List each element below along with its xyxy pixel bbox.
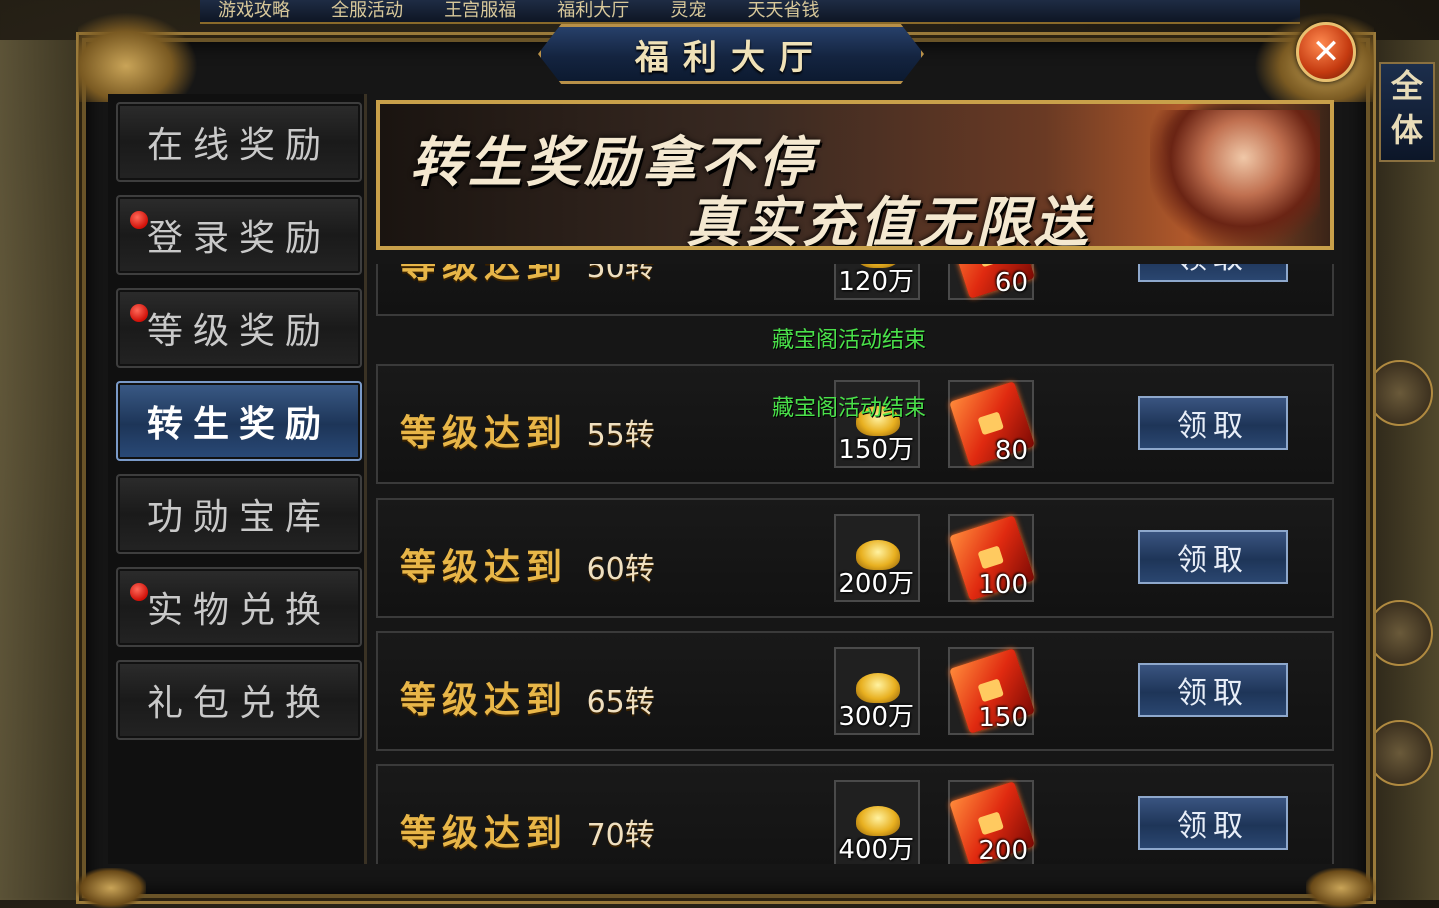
- close-icon: ✕: [1311, 32, 1341, 72]
- sidebar-item-label: 实物兑换: [146, 590, 331, 631]
- game-side-icon[interactable]: [1367, 360, 1433, 426]
- sidebar-item-label: 转生奖励: [146, 404, 331, 445]
- sidebar-item-merit-treasury[interactable]: 功勋宝库: [116, 474, 362, 554]
- game-scene-left: [0, 40, 95, 900]
- condition-prefix: 等级达到: [400, 546, 569, 588]
- condition-level: 70转: [586, 818, 655, 853]
- gold-ingot-reward[interactable]: 400万: [834, 780, 920, 864]
- top-menu-item[interactable]: 王宫服福: [444, 0, 516, 22]
- sidebar-item-label: 登录奖励: [146, 218, 331, 259]
- reward-quantity: 80: [994, 436, 1028, 466]
- notification-dot-icon: [130, 583, 148, 601]
- reward-quantity: 200万: [838, 569, 914, 599]
- reward-row: 等级达到 60转 200万 100 领取: [376, 498, 1334, 618]
- close-button[interactable]: ✕: [1296, 22, 1356, 82]
- condition-prefix: 等级达到: [400, 264, 569, 286]
- reward-quantity: 120万: [838, 267, 914, 297]
- reward-condition: 等级达到 55转: [400, 404, 655, 456]
- activity-ended-notice: 藏宝阁活动结束: [772, 396, 927, 421]
- reward-condition: 等级达到 60转: [400, 538, 655, 590]
- reward-quantity: 400万: [838, 835, 914, 864]
- window-title: 福利大厅: [635, 37, 827, 78]
- reward-row: 等级达到 55转 150万 80 领取: [376, 364, 1334, 484]
- condition-level: 65转: [586, 685, 655, 720]
- gold-ingot-reward[interactable]: 200万: [834, 514, 920, 602]
- red-envelope-reward[interactable]: 200: [948, 780, 1035, 864]
- condition-level: 55转: [586, 418, 655, 453]
- game-top-menu: 游戏攻略 全服活动 王宫服福 福利大厅 灵宠 天天省钱: [200, 0, 1300, 24]
- window-title-plate: 福利大厅: [538, 24, 924, 84]
- reward-condition: 等级达到 65转: [400, 671, 655, 723]
- banner-character-portrait: [1150, 110, 1320, 246]
- condition-level: 60转: [586, 552, 655, 587]
- reward-row: 等级达到 50转 120万 60 领取: [376, 264, 1334, 316]
- sidebar-item-physical-exchange[interactable]: 实物兑换: [116, 567, 362, 647]
- sidebar-item-level-reward[interactable]: 等级奖励: [116, 288, 362, 368]
- reward-quantity: 60: [994, 268, 1028, 298]
- claim-button[interactable]: 领取: [1138, 530, 1288, 584]
- claim-button[interactable]: 领取: [1138, 264, 1288, 282]
- reward-quantity: 150: [978, 703, 1028, 733]
- top-menu-item[interactable]: 福利大厅: [557, 0, 629, 22]
- notification-dot-icon: [130, 211, 148, 229]
- top-menu-item[interactable]: 全服活动: [331, 0, 403, 22]
- corner-ornament: [78, 12, 198, 102]
- reward-quantity: 150万: [838, 435, 914, 465]
- sidebar-item-label: 礼包兑换: [146, 683, 331, 724]
- reward-quantity: 100: [978, 570, 1028, 600]
- red-envelope-reward[interactable]: 80: [948, 380, 1035, 468]
- gold-ingot-reward[interactable]: 300万: [834, 647, 920, 735]
- activity-ended-notice: 藏宝阁活动结束: [772, 328, 927, 353]
- banner-subheadline: 真实充值无限送: [686, 190, 1092, 250]
- reward-quantity: 200: [978, 836, 1028, 864]
- top-menu-item[interactable]: 天天省钱: [747, 0, 819, 22]
- sidebar-item-login-reward[interactable]: 登录奖励: [116, 195, 362, 275]
- claim-button[interactable]: 领取: [1138, 796, 1288, 850]
- sidebar-item-online-reward[interactable]: 在线奖励: [116, 102, 362, 182]
- corner-ornament: [76, 868, 146, 908]
- reward-row: 等级达到 65转 300万 150 领取: [376, 631, 1334, 751]
- red-envelope-reward[interactable]: 60: [948, 264, 1035, 300]
- sidebar-item-label: 在线奖励: [146, 125, 331, 166]
- sidebar-item-gift-exchange[interactable]: 礼包兑换: [116, 660, 362, 740]
- top-menu-item[interactable]: 游戏攻略: [218, 0, 290, 22]
- condition-prefix: 等级达到: [400, 679, 569, 721]
- gold-ingot-reward[interactable]: 120万: [834, 264, 920, 300]
- promo-banner: 转生奖励拿不停 真实充值无限送: [376, 100, 1334, 250]
- game-side-icon[interactable]: [1367, 720, 1433, 786]
- red-envelope-reward[interactable]: 100: [948, 514, 1035, 602]
- reward-row: 等级达到 70转 400万 200 领取: [376, 764, 1334, 864]
- game-side-icon[interactable]: [1367, 600, 1433, 666]
- claim-button[interactable]: 领取: [1138, 663, 1288, 717]
- sidebar-item-label: 等级奖励: [146, 311, 331, 352]
- notification-dot-icon: [130, 304, 148, 322]
- top-menu-item[interactable]: 灵宠: [670, 0, 706, 22]
- claim-button[interactable]: 领取: [1138, 396, 1288, 450]
- reward-quantity: 300万: [838, 702, 914, 732]
- reward-list[interactable]: 等级达到 50转 120万 60 领取 藏宝阁活动结束 等级达到 55转 150…: [376, 264, 1336, 864]
- corner-ornament: [1306, 868, 1376, 908]
- sidebar-item-label: 功勋宝库: [146, 497, 331, 538]
- condition-prefix: 等级达到: [400, 812, 569, 854]
- sidebar: 在线奖励 登录奖励 等级奖励 转生奖励 功勋宝库 实物兑换 礼包兑换: [108, 94, 367, 864]
- condition-level: 50转: [586, 264, 655, 285]
- red-envelope-reward[interactable]: 150: [948, 647, 1035, 735]
- sidebar-item-rebirth-reward[interactable]: 转生奖励: [116, 381, 362, 461]
- reward-condition: 等级达到 70转: [400, 804, 655, 856]
- welfare-hall-window: 福利大厅 ✕ 在线奖励 登录奖励 等级奖励 转生奖励 功勋宝库 实物兑换 礼包兑…: [76, 12, 1376, 908]
- reward-condition: 等级达到 50转: [400, 264, 655, 288]
- whole-channel-button[interactable]: 全体: [1379, 62, 1435, 162]
- condition-prefix: 等级达到: [400, 412, 569, 454]
